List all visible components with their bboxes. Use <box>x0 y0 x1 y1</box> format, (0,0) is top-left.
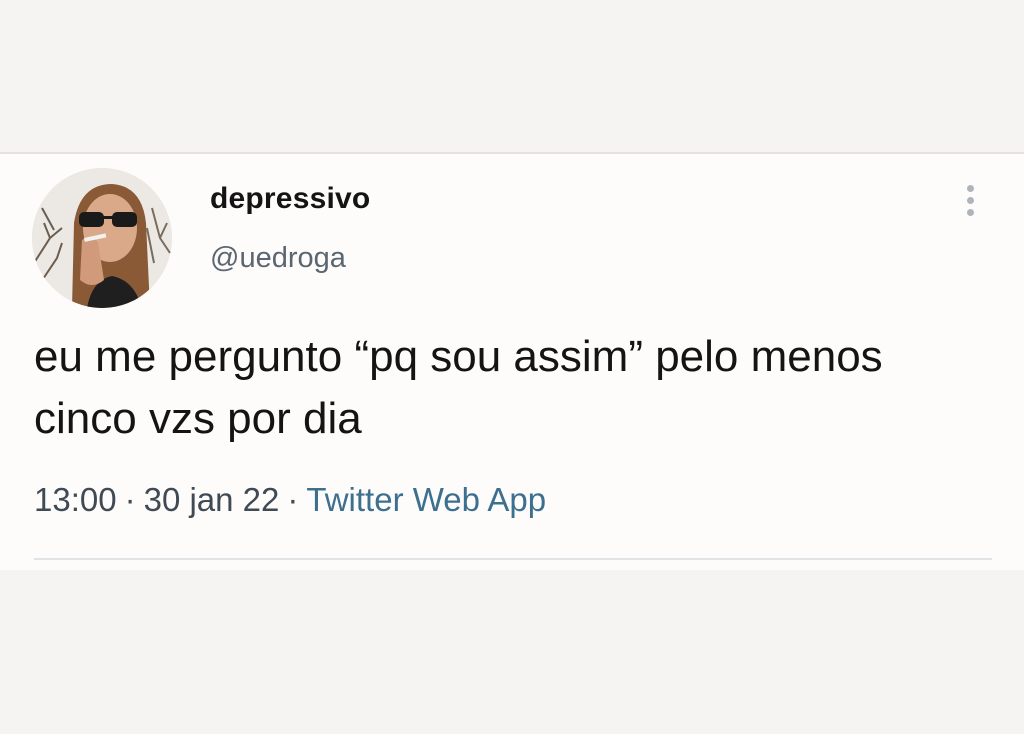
bottom-background <box>0 570 1024 734</box>
avatar[interactable] <box>32 168 172 308</box>
more-vertical-icon-dot <box>966 208 974 216</box>
more-vertical-icon <box>966 184 974 192</box>
divider <box>34 558 992 560</box>
tweet-time[interactable]: 13:00 <box>34 481 117 518</box>
display-name[interactable]: depressivo <box>210 182 370 216</box>
tweet-text: eu me pergunto “pq sou assim” pelo menos… <box>34 332 883 443</box>
meta-separator: · <box>124 481 136 518</box>
username-handle[interactable]: @uedroga <box>210 242 346 275</box>
tweet-card: depressivo @uedroga eu me pergunto “pq s… <box>0 152 1024 570</box>
more-options-button[interactable] <box>955 178 985 222</box>
tweet-date[interactable]: 30 jan 22 <box>144 481 280 518</box>
top-background <box>0 0 1024 152</box>
profile-photo-icon <box>32 168 172 308</box>
tweet-metadata: 13:00 · 30 jan 22 · Twitter Web App <box>34 481 546 519</box>
meta-separator: · <box>287 481 299 518</box>
more-vertical-icon-dot <box>966 196 974 204</box>
tweet-source-link[interactable]: Twitter Web App <box>306 481 546 518</box>
